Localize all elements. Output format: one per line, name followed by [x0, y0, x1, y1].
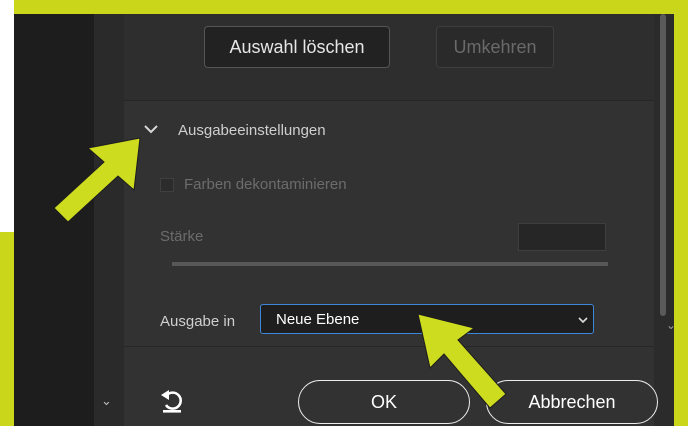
- decontaminate-label: Farben dekontaminieren: [184, 176, 347, 193]
- decontaminate-checkbox[interactable]: [160, 178, 174, 192]
- reset-icon[interactable]: [158, 386, 186, 414]
- annotation-arrow-icon: [417, 313, 507, 409]
- page-background: [0, 0, 14, 232]
- output-to-value: Neue Ebene: [276, 311, 360, 328]
- cancel-button[interactable]: Abbrechen: [486, 380, 658, 424]
- scroll-down-icon[interactable]: ⌄: [666, 318, 676, 332]
- invert-button[interactable]: Umkehren: [436, 26, 554, 68]
- chevron-down-icon[interactable]: ⌄: [101, 393, 112, 409]
- scrollbar-thumb[interactable]: [660, 14, 666, 316]
- chevron-down-icon: [578, 317, 588, 324]
- output-settings-title[interactable]: Ausgabeeinstellungen: [178, 122, 326, 139]
- strength-slider[interactable]: [172, 262, 608, 266]
- footer-divider: [124, 346, 654, 347]
- strength-input[interactable]: [518, 223, 606, 251]
- output-to-label: Ausgabe in: [160, 313, 236, 330]
- clear-selection-button[interactable]: Auswahl löschen: [204, 26, 390, 68]
- annotation-arrow-icon: [53, 137, 141, 223]
- strength-label: Stärke: [160, 228, 204, 245]
- dialog-panel: [124, 14, 654, 426]
